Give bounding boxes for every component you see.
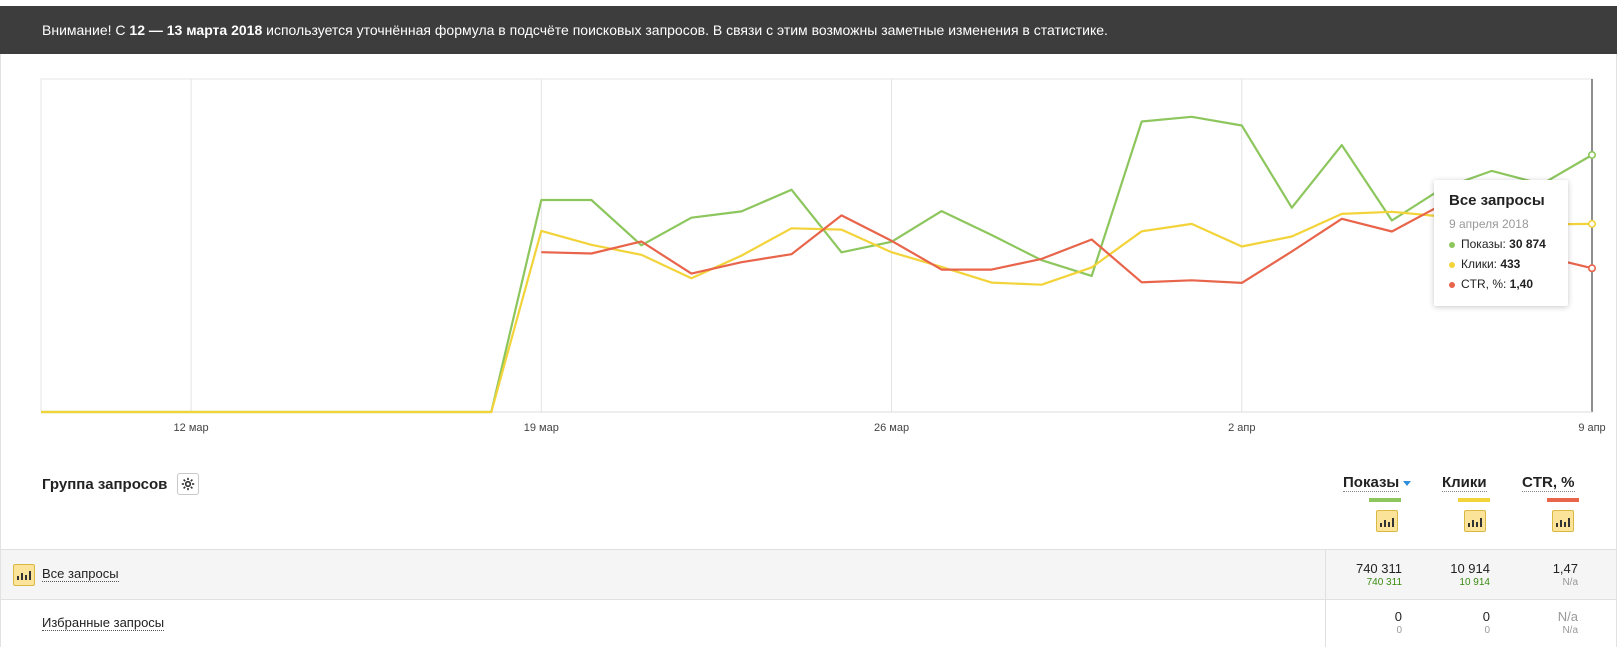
table-row-all-queries[interactable]: Все запросы 740 311 740 311 10 914 10 91… [1,549,1616,600]
chart-tooltip: Все запросы 9 апреля 2018 Показы: 30 874… [1434,180,1568,306]
bar-chart-icon [17,571,31,580]
column-header-clicks-label: Клики [1442,474,1487,492]
tooltip-row-clicks: Клики: 433 [1449,257,1568,271]
clicks-color-bar [1458,498,1490,502]
bar-chart-icon [1468,518,1482,527]
tooltip-value-clicks: 433 [1500,257,1521,271]
bar-chart-icon [1380,518,1394,527]
cell-clicks-sub: 10 914 [1459,577,1490,588]
cell-ctr: N/a N/a [1511,609,1578,636]
tooltip-date: 9 апреля 2018 [1449,217,1529,231]
tooltip-row-shows: Показы: 30 874 [1449,237,1568,251]
sort-desc-icon [1403,480,1412,486]
shows-chart-toggle[interactable] [1376,510,1398,532]
ctr-chart-toggle[interactable] [1552,510,1574,532]
table-row-favorite-queries[interactable]: Избранные запросы 0 0 0 0 N/a N/a [1,599,1616,647]
cell-shows: 740 311 740 311 [1331,561,1402,588]
tooltip-value-ctr: 1,40 [1509,277,1534,291]
tooltip-dot-clicks [1449,261,1455,268]
tooltip-dot-ctr [1449,281,1455,288]
notice-suffix: используется уточнённая формула в подсчё… [262,22,1108,38]
column-header-ctr-label: CTR, % [1522,474,1575,492]
cell-shows-value: 0 [1394,609,1402,624]
tooltip-value-shows: 30 874 [1509,237,1546,251]
clicks-chart-toggle[interactable] [1464,510,1486,532]
cell-shows-value: 740 311 [1355,561,1402,576]
notice-date-range: 12 — 13 марта 2018 [129,22,263,38]
x-tick-label: 26 мар [874,422,909,434]
table-column-divider [1325,549,1326,647]
bar-chart-icon [1556,518,1570,527]
series-hover-point [1588,264,1597,273]
cell-shows-sub: 0 [1396,625,1402,636]
cell-clicks: 0 0 [1421,609,1490,636]
tooltip-dot-shows [1449,241,1455,248]
tooltip-label-clicks: Клики: [1461,257,1501,271]
x-tick-label: 2 апр [1228,422,1255,434]
tooltip-label-shows: Показы: [1461,237,1510,251]
tooltip-row-ctr: CTR, %: 1,40 [1449,277,1568,291]
cell-clicks-value: 0 [1482,609,1490,624]
cell-clicks: 10 914 10 914 [1421,561,1490,588]
column-header-shows-label: Показы [1343,474,1400,492]
notice-banner: Внимание! С 12 — 13 марта 2018 используе… [0,6,1617,54]
series-hover-point [1588,150,1597,159]
column-header-clicks[interactable]: Клики [1442,474,1487,492]
cell-clicks-sub: 0 [1484,625,1490,636]
cell-clicks-value: 10 914 [1450,561,1490,576]
cell-ctr-sub: N/a [1562,625,1578,636]
x-tick-label: 19 мар [524,422,559,434]
cell-ctr: 1,47 N/a [1511,561,1578,588]
cell-shows: 0 0 [1331,609,1402,636]
query-group-title: Группа запросов [42,476,168,493]
ctr-color-bar [1547,498,1579,502]
cell-ctr-value: N/a [1557,609,1578,624]
x-tick-label: 12 мар [174,422,209,434]
group-settings-button[interactable] [177,473,199,495]
column-header-shows[interactable]: Показы [1343,474,1412,492]
tooltip-label-ctr: CTR, %: [1461,277,1510,291]
gear-icon [181,477,195,491]
line-chart[interactable]: 12 мар 19 мар 26 мар 2 апр 9 апр [0,60,1617,440]
row-link-all-queries[interactable]: Все запросы [42,566,119,582]
tooltip-title: Все запросы [1449,192,1545,209]
row-chart-toggle[interactable] [13,564,35,586]
notice-prefix: Внимание! С [42,22,130,38]
x-tick-label: 9 апр [1578,422,1605,434]
shows-color-bar [1369,498,1401,502]
cell-shows-sub: 740 311 [1366,577,1402,588]
plot-area [40,78,1593,413]
cell-ctr-sub: N/a [1562,577,1578,588]
series-hover-point [1588,219,1597,228]
row-link-favorite-queries[interactable]: Избранные запросы [42,615,165,631]
column-header-ctr[interactable]: CTR, % [1522,474,1575,492]
cell-ctr-value: 1,47 [1552,561,1578,576]
